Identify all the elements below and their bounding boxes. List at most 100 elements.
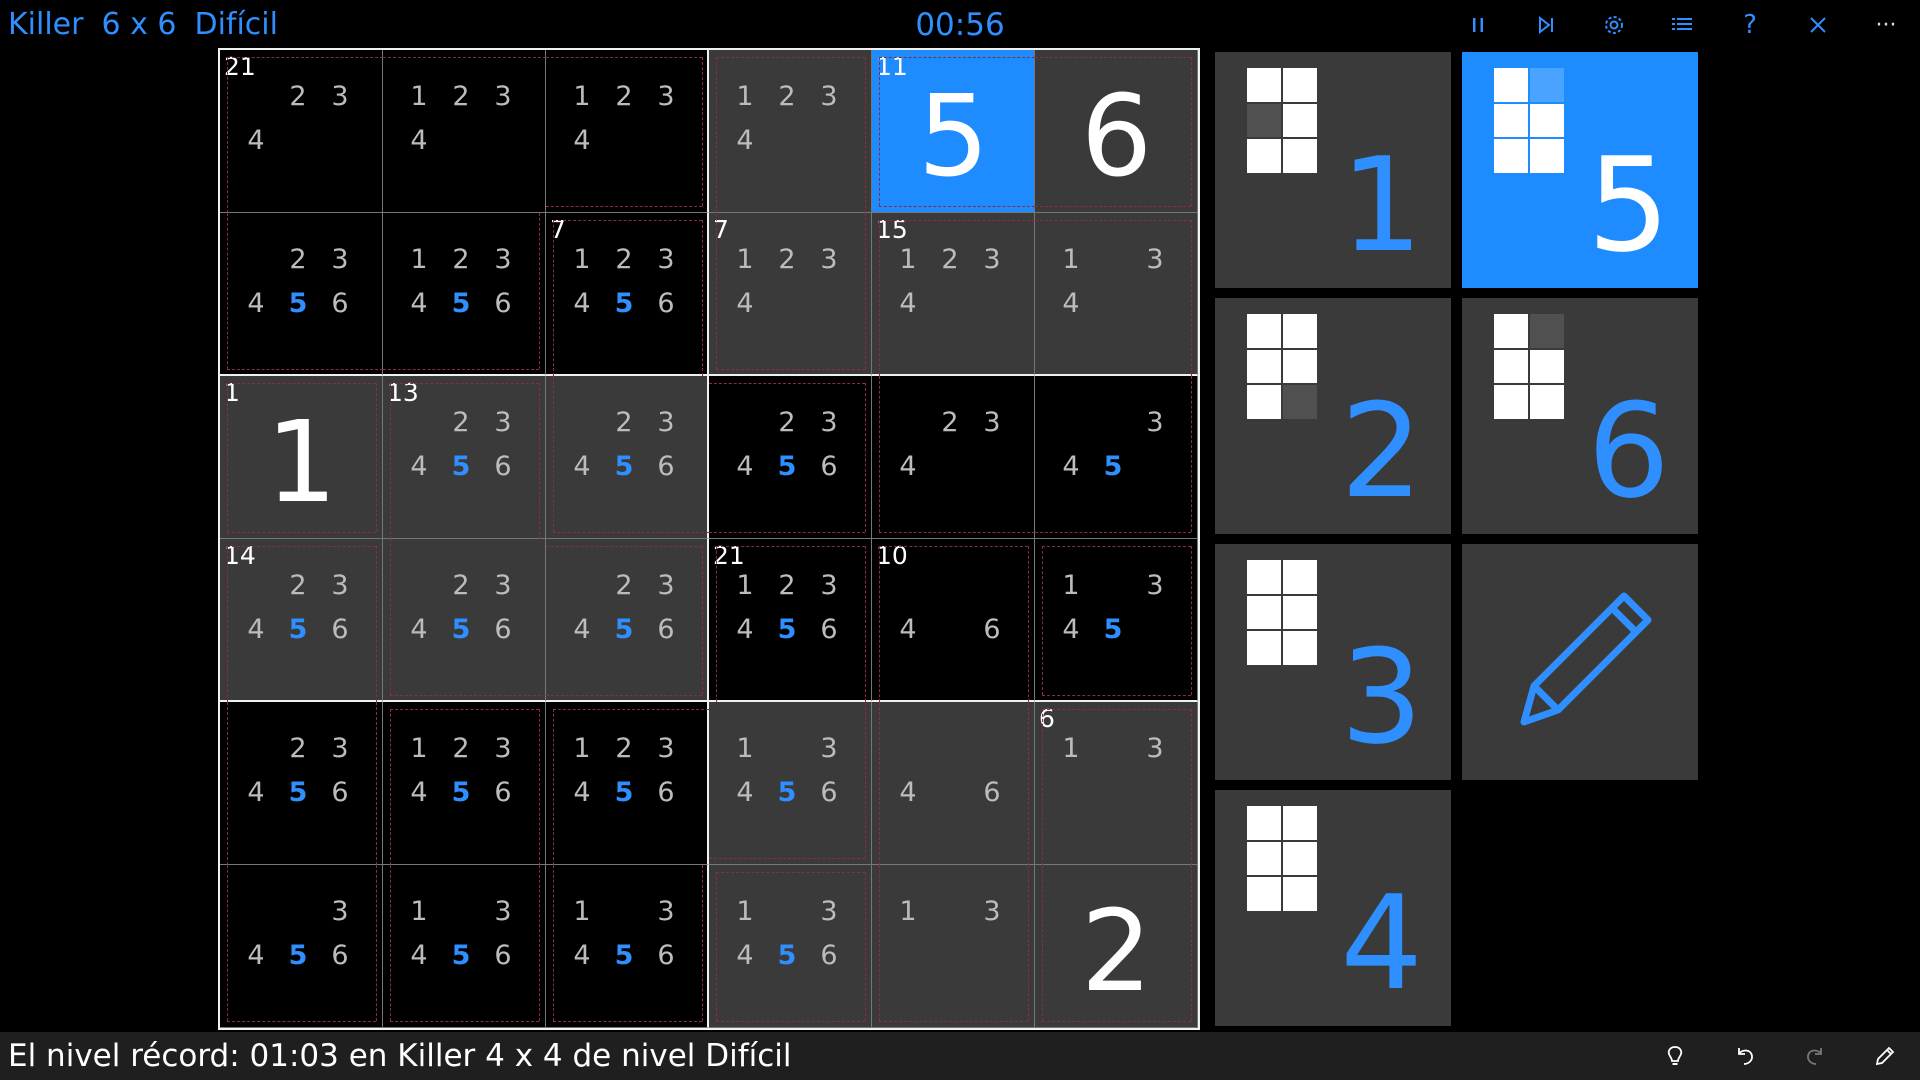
candidate-note: 5: [288, 288, 308, 319]
undo-icon[interactable]: [1710, 1032, 1780, 1080]
candidate-note: 6: [820, 777, 838, 808]
progress-grid-icon: [1494, 314, 1564, 419]
app-window: Killer 6 x 6 Difícil 00:56 ? ··· 21 2 3 4 1 2 3 4…: [0, 0, 1920, 1080]
board-cell[interactable]: 1 3 456: [709, 865, 872, 1028]
candidate-note: 4: [410, 125, 428, 156]
pause-icon[interactable]: [1444, 0, 1512, 50]
candidate-note: 2: [452, 81, 470, 112]
pencil-button[interactable]: [1462, 544, 1698, 780]
cell-value: 5: [917, 72, 990, 202]
candidate-note: 6: [657, 940, 675, 971]
candidate-note: 1: [736, 570, 754, 601]
candidate-note: 3: [1146, 244, 1164, 275]
candidate-note: 6: [983, 614, 1001, 645]
hint-icon[interactable]: [1640, 1032, 1710, 1080]
board-cell[interactable]: 23 456: [383, 539, 546, 702]
candidate-note: 2: [615, 407, 633, 438]
board-cell[interactable]: 123 456: [546, 702, 709, 865]
board-cell[interactable]: 23 456: [709, 376, 872, 539]
board-cell[interactable]: 1 3 456: [383, 865, 546, 1028]
edit-icon[interactable]: [1850, 1032, 1920, 1080]
candidate-note: 4: [410, 451, 428, 482]
board-cell[interactable]: 15 1 2 3 4: [872, 213, 1035, 376]
board-cell[interactable]: 123 456: [383, 213, 546, 376]
candidate-note: 1: [410, 896, 428, 927]
candidate-note: 4: [573, 125, 591, 156]
candidate-note: 3: [657, 896, 675, 927]
candidate-note: 4: [899, 288, 917, 319]
board-cell[interactable]: 71234: [709, 213, 872, 376]
board-cell[interactable]: 6: [1035, 50, 1198, 213]
game-title: Killer 6 x 6 Difícil: [8, 4, 296, 46]
board-cell[interactable]: 23 4: [872, 376, 1035, 539]
candidate-note: 3: [1146, 407, 1164, 438]
board-cell[interactable]: 3 45: [1035, 376, 1198, 539]
list-icon[interactable]: [1648, 0, 1716, 50]
number-key-4[interactable]: 4: [1215, 790, 1451, 1026]
candidate-note: 6: [331, 614, 349, 645]
number-key-1[interactable]: 1: [1215, 52, 1451, 288]
candidate-note: 3: [657, 407, 675, 438]
board-cell[interactable]: 613: [1035, 702, 1198, 865]
candidate-note: 3: [657, 81, 675, 112]
board-cell[interactable]: 23 456: [220, 213, 383, 376]
board-cell[interactable]: 2: [1035, 865, 1198, 1028]
number-key-2[interactable]: 2: [1215, 298, 1451, 534]
candidate-note: 4: [736, 940, 754, 971]
board-cell[interactable]: 23 456: [546, 539, 709, 702]
candidate-note: 1: [1062, 733, 1080, 764]
board-cell[interactable]: 23 456: [220, 702, 383, 865]
candidate-note: 3: [983, 896, 1001, 927]
close-icon[interactable]: [1784, 0, 1852, 50]
board-cell[interactable]: 11: [220, 376, 383, 539]
number-key-5[interactable]: 5: [1462, 52, 1698, 288]
board-cell[interactable]: 1 3 456: [546, 865, 709, 1028]
board-cell[interactable]: 13 2 3 4 5 6: [383, 376, 546, 539]
candidate-note: 4: [410, 940, 428, 971]
settings-icon[interactable]: [1580, 0, 1648, 50]
candidate-note: 4: [736, 288, 754, 319]
candidate-note: 6: [494, 940, 512, 971]
board-cell[interactable]: 23 456: [546, 376, 709, 539]
candidate-note: 4: [247, 777, 265, 808]
candidate-note: 6: [331, 288, 349, 319]
candidate-note: 6: [983, 777, 1001, 808]
board-cell[interactable]: 46: [872, 702, 1035, 865]
candidate-note: 4: [247, 614, 265, 645]
board-cell[interactable]: 123 456: [383, 702, 546, 865]
candidate-note: 1: [899, 896, 917, 927]
candidate-note: 4: [410, 288, 428, 319]
more-icon[interactable]: ···: [1852, 0, 1920, 50]
help-icon[interactable]: ?: [1716, 0, 1784, 50]
board-cell[interactable]: 123 4: [709, 50, 872, 213]
board-cell[interactable]: 3 456: [220, 865, 383, 1028]
skip-icon[interactable]: [1512, 0, 1580, 50]
board-cell[interactable]: 123 4: [383, 50, 546, 213]
board-cell[interactable]: 14 2 3 4 5 6: [220, 539, 383, 702]
board-cell[interactable]: 21 1 2 3 4 5 6: [709, 539, 872, 702]
redo-icon[interactable]: [1780, 1032, 1850, 1080]
board-cell[interactable]: 123 4: [546, 50, 709, 213]
board-cell[interactable]: 21 2 3 4: [220, 50, 383, 213]
board-cell[interactable]: 1 3 456: [709, 702, 872, 865]
candidate-note: 2: [615, 570, 633, 601]
game-name: Killer: [8, 7, 84, 42]
candidate-note: 3: [494, 733, 512, 764]
candidate-note: 3: [331, 244, 349, 275]
board-cell[interactable]: 1 3 4: [1035, 213, 1198, 376]
board-cell[interactable]: 7123456: [546, 213, 709, 376]
board-cell[interactable]: 13: [872, 865, 1035, 1028]
candidate-note: 4: [410, 777, 428, 808]
candidate-note: 1: [1062, 570, 1080, 601]
board-cell[interactable]: 11 5: [872, 50, 1035, 213]
number-key-6[interactable]: 6: [1462, 298, 1698, 534]
candidate-note: 1: [573, 896, 591, 927]
candidate-note: 3: [820, 733, 838, 764]
candidate-note: 6: [494, 777, 512, 808]
number-key-3[interactable]: 3: [1215, 544, 1451, 780]
candidate-note: 6: [657, 451, 675, 482]
candidate-note: 4: [736, 614, 754, 645]
candidate-note: 6: [494, 614, 512, 645]
board-cell[interactable]: 10 4 6: [872, 539, 1035, 702]
board-cell[interactable]: 1 3 45: [1035, 539, 1198, 702]
